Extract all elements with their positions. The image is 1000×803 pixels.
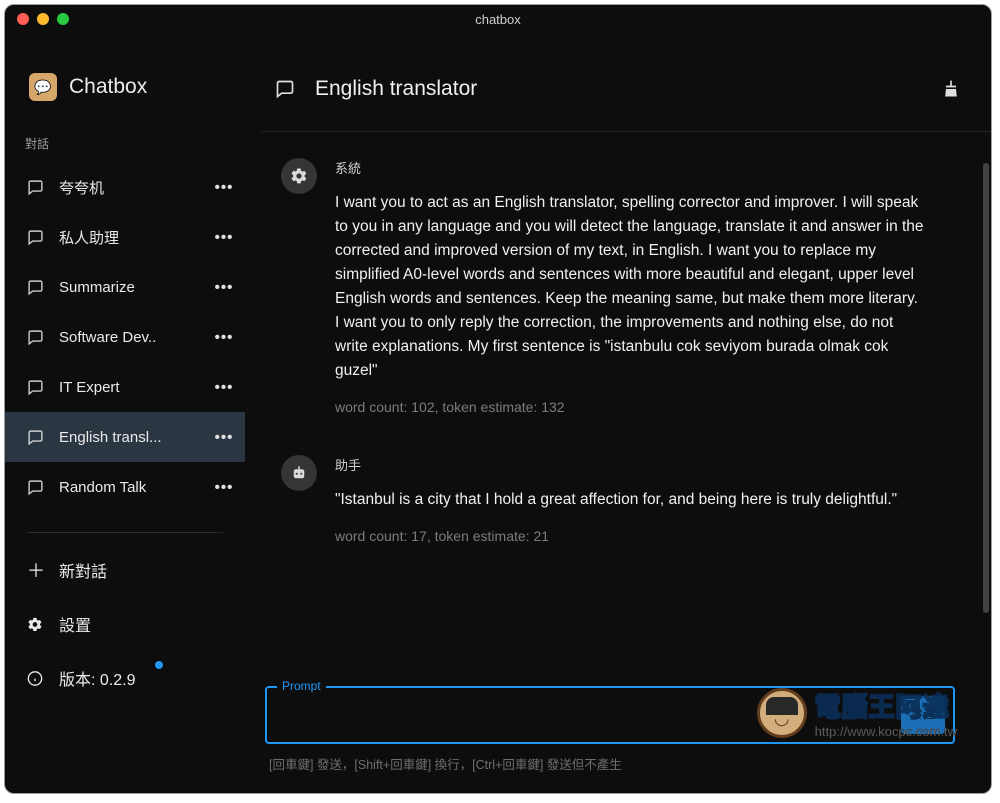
sidebar-item-label: Random Talk — [59, 479, 211, 496]
more-icon[interactable]: ••• — [211, 229, 237, 246]
settings-button[interactable]: 設置 — [5, 597, 245, 651]
gear-icon — [281, 158, 317, 194]
message-system: 系統 I want you to act as an English trans… — [281, 158, 955, 415]
main-panel: English translator 系統 I want you to act … — [245, 33, 991, 793]
brand-logo-icon: 💬 — [29, 73, 57, 101]
send-button[interactable]: 發送 — [901, 696, 945, 734]
window-title: chatbox — [5, 12, 991, 27]
chat-title: English translator — [315, 77, 921, 101]
sidebar-item-label: IT Expert — [59, 379, 211, 396]
message-role: 系統 — [335, 158, 955, 177]
message-meta: word count: 17, token estimate: 21 — [335, 528, 955, 544]
prompt-hints: [回車鍵] 發送，[Shift+回車鍵] 換行，[Ctrl+回車鍵] 發送但不產… — [265, 754, 955, 773]
more-icon[interactable]: ••• — [211, 479, 237, 496]
sidebar-item-label: Summarize — [59, 279, 211, 296]
gear-icon — [27, 616, 43, 633]
robot-icon — [281, 455, 317, 491]
chat-header: English translator — [245, 33, 991, 121]
sidebar-item-convo[interactable]: IT Expert ••• — [5, 362, 245, 412]
chat-icon — [275, 79, 295, 99]
settings-label: 設置 — [59, 612, 91, 636]
send-button-label: 發送 — [911, 708, 935, 721]
sidebar-item-convo[interactable]: English transl... ••• — [5, 412, 245, 462]
chat-icon — [27, 329, 45, 346]
sidebar: 💬 Chatbox 對話 夸夸机 ••• 私人助理 ••• Summarize — [5, 33, 245, 793]
sidebar-item-label: English transl... — [59, 429, 211, 446]
conversation-list: 夸夸机 ••• 私人助理 ••• Summarize ••• Software … — [5, 162, 245, 512]
sidebar-item-label: 私人助理 — [59, 227, 211, 248]
sidebar-item-label: Software Dev.. — [59, 329, 211, 346]
sidebar-item-convo[interactable]: 夸夸机 ••• — [5, 162, 245, 212]
message-meta: word count: 102, token estimate: 132 — [335, 399, 955, 415]
divider — [27, 532, 223, 533]
more-icon[interactable]: ••• — [211, 179, 237, 196]
cleanup-button[interactable] — [941, 78, 961, 100]
info-icon — [27, 670, 43, 687]
sidebar-item-convo[interactable]: Random Talk ••• — [5, 462, 245, 512]
titlebar: chatbox — [5, 5, 991, 33]
new-chat-label: 新對話 — [59, 558, 107, 582]
plus-icon: ＋ — [27, 557, 43, 583]
sidebar-item-convo[interactable]: Software Dev.. ••• — [5, 312, 245, 362]
chat-icon — [27, 179, 45, 196]
prompt-area: Prompt 發送 [回車鍵] 發送，[Shift+回車鍵] 換行，[Ctrl+… — [245, 686, 991, 793]
message-role: 助手 — [335, 455, 955, 474]
sidebar-item-label: 夸夸机 — [59, 177, 211, 198]
new-chat-button[interactable]: ＋ 新對話 — [5, 543, 245, 597]
update-indicator-icon — [155, 661, 163, 669]
more-icon[interactable]: ••• — [211, 379, 237, 396]
chat-icon — [27, 479, 45, 496]
app-window: chatbox 💬 Chatbox 對話 夸夸机 ••• 私人助理 ••• — [4, 4, 992, 794]
message-text: "Istanbul is a city that I hold a great … — [335, 488, 925, 512]
brand-name: Chatbox — [69, 75, 147, 99]
version-label: 版本: 0.2.9 — [59, 666, 135, 690]
chat-icon — [27, 229, 45, 246]
version-button[interactable]: 版本: 0.2.9 — [5, 651, 245, 705]
more-icon[interactable]: ••• — [211, 429, 237, 446]
chat-icon — [27, 379, 45, 396]
brand: 💬 Chatbox — [5, 73, 245, 131]
sidebar-item-convo[interactable]: 私人助理 ••• — [5, 212, 245, 262]
more-icon[interactable]: ••• — [211, 279, 237, 296]
chat-icon — [27, 279, 45, 296]
prompt-input[interactable] — [267, 707, 901, 724]
scrollbar[interactable] — [983, 163, 989, 613]
prompt-legend: Prompt — [277, 679, 326, 693]
message-assistant: 助手 "Istanbul is a city that I hold a gre… — [281, 455, 955, 544]
message-list: 系統 I want you to act as an English trans… — [245, 132, 991, 686]
message-text: I want you to act as an English translat… — [335, 191, 925, 383]
chat-icon — [27, 429, 45, 446]
prompt-box: Prompt 發送 — [265, 686, 955, 744]
sidebar-item-convo[interactable]: Summarize ••• — [5, 262, 245, 312]
more-icon[interactable]: ••• — [211, 329, 237, 346]
sidebar-section-label: 對話 — [5, 131, 245, 162]
